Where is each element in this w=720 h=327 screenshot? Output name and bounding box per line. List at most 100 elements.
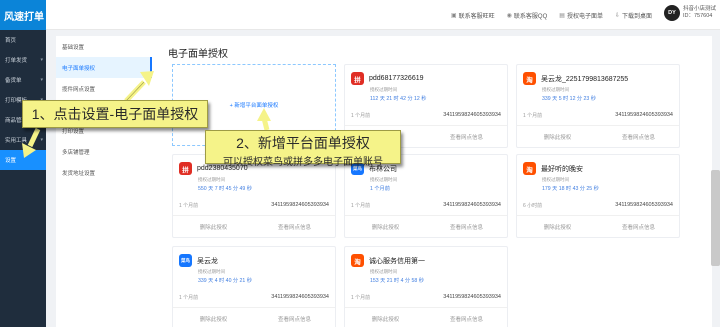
left-nav: 风速打单 首页打单发货▾备货单▾打印模板▾商品管理▾实用工具▾设置 <box>0 0 46 327</box>
shop-id: 341195982460539393​4 <box>271 202 329 208</box>
top-bar: ▣ 联系客服旺旺 ◉ 联系客服QQ ▤ 授权电子面单 ⇩ 下载到桌面 DY 抖音小店测试 ID… <box>46 0 720 30</box>
add-platform-auth-button[interactable]: + 新增平台面单授权 <box>230 101 279 109</box>
view-branch-info-button[interactable]: 查看网点信息 <box>254 223 335 231</box>
account-name: 吴云龙_2251799813687255 <box>541 75 629 83</box>
view-branch-info-button[interactable]: 查看网点信息 <box>254 315 335 323</box>
page-title: 电子面单授权 <box>168 49 228 60</box>
account-name: 吴云龙 <box>197 257 218 265</box>
expiry-countdown: 1 个月前 <box>370 186 390 192</box>
authorized-ago: 1 个月前 <box>179 295 199 301</box>
auth-card: 淘诚心服务信用第一 授权过期时间 153 天 21 时 4 分 58 秒 1 个月前 3… <box>344 246 508 327</box>
user-name: 抖音小店测试 <box>682 6 716 12</box>
platform-logo-icon: 拼 <box>351 72 364 85</box>
expiry-countdown: 339 天 4 时 40 分 21 秒 <box>198 278 252 284</box>
top-link-2[interactable]: ▤ 授权电子面单 <box>559 11 603 20</box>
auth-card: 菜鸟 吴云龙授权过期时间 339 天 4 时 40 分 21 秒 1 个月前 34119… <box>172 246 336 327</box>
subnav-item-5[interactable]: 多店铺管理 <box>56 141 152 162</box>
nav-item-label: 设置 <box>5 158 17 164</box>
nav-item-label: 实用工具 <box>5 138 28 144</box>
top-link-icon: ▣ <box>450 12 457 19</box>
account-name: 最好听的晚安 <box>541 165 583 173</box>
chevron-down-icon: ▾ <box>40 137 43 143</box>
expiry-countdown: 112 天 21 时 42 分 12 秒 <box>370 96 427 102</box>
expiry-countdown: 179 天 18 时 43 分 25 秒 <box>542 186 599 192</box>
delete-auth-button[interactable]: 删除此授权 <box>173 223 254 231</box>
delete-auth-button[interactable]: 删除此授权 <box>517 133 598 141</box>
expiry-countdown: 339 天 5 时 12 分 23 秒 <box>542 96 596 102</box>
avatar[interactable]: DY <box>663 5 680 21</box>
top-link-icon: ▤ <box>559 12 565 19</box>
shop-id: 341195982460539393​4 <box>271 294 329 300</box>
top-link-label: 下载到桌面 <box>621 13 652 20</box>
top-link-label: 联系客服QQ <box>513 13 548 20</box>
top-link-0[interactable]: ▣ 联系客服旺旺 <box>451 11 495 20</box>
delete-auth-button[interactable]: 删除此授权 <box>345 223 426 231</box>
top-link-label: 联系客服旺旺 <box>458 13 495 20</box>
subnav-item-6[interactable]: 发货地址设置 <box>56 162 152 183</box>
top-link-1[interactable]: ◉ 联系客服QQ <box>507 11 548 20</box>
chevron-down-icon: ▾ <box>40 57 43 63</box>
top-link-label: 授权电子面单 <box>566 13 603 20</box>
step2-desc: 可以授权菜鸟或拼多多电子面单账号 <box>223 157 383 168</box>
account-name: pdd68177326619 <box>369 75 424 82</box>
expiry-countdown: 550 天 7 时 45 分 49 秒 <box>198 186 252 192</box>
expiry-label: 授权过期时间 <box>542 87 569 92</box>
app-logo: 风速打单 <box>0 0 46 30</box>
user-menu[interactable]: DY 抖音小店测试 ID：757604 <box>663 5 716 21</box>
view-branch-info-button[interactable]: 查看网点信息 <box>426 133 507 141</box>
settings-subnav: 基础设置 电子面单授权 揽件网点设置 打印设置 多店铺管理 发货地址设置 <box>56 36 152 327</box>
step2-callout: 2、新增平台面单授权 可以授权菜鸟或拼多多电子面单账号 <box>205 130 401 168</box>
authorized-ago: 1 个月前 <box>351 295 371 301</box>
expiry-label: 授权过期时间 <box>370 87 397 92</box>
authorized-ago: 1 个月前 <box>351 113 371 119</box>
expiry-label: 授权过期时间 <box>198 177 225 182</box>
view-branch-info-button[interactable]: 查看网点信息 <box>426 315 507 323</box>
view-branch-info-button[interactable]: 查看网点信息 <box>426 223 507 231</box>
authorized-ago: 1 个月前 <box>523 113 543 119</box>
shop-id: 341195982460539393​4 <box>615 112 673 118</box>
delete-auth-button[interactable]: 删除此授权 <box>345 315 426 323</box>
shop-id: 341195982460539393​4 <box>615 202 673 208</box>
expiry-label: 授权过期时间 <box>198 269 225 274</box>
nav-item-1[interactable]: 打单发货 ▾ <box>0 50 46 70</box>
user-id: ID：757604 <box>682 13 713 19</box>
auth-card: 淘最好听的晚安 授权过期时间 179 天 18 时 43 分 25 秒 6 小时前 34… <box>516 154 680 238</box>
nav-item-label: 打单发货 <box>5 58 28 64</box>
top-link-icon: ⇩ <box>614 12 620 19</box>
delete-auth-button[interactable]: 删除此授权 <box>173 315 254 323</box>
auth-card: 淘吴云龙_2251799813687255 授权过期时间 339 天 5 时 12 … <box>516 64 680 148</box>
expiry-label: 授权过期时间 <box>542 177 569 182</box>
nav-item-5[interactable]: 实用工具 ▾ <box>0 130 46 150</box>
chevron-down-icon: ▾ <box>40 77 43 83</box>
step2-title: 2、新增平台面单授权 <box>236 135 370 151</box>
subnav-item-0[interactable]: 基础设置 <box>56 36 152 57</box>
view-branch-info-button[interactable]: 查看网点信息 <box>598 223 679 231</box>
view-branch-info-button[interactable]: 查看网点信息 <box>598 133 679 141</box>
authorized-ago: 1 个月前 <box>351 203 371 209</box>
shop-id: 341195982460539393​4 <box>443 112 501 118</box>
expiry-label: 授权过期时间 <box>370 177 397 182</box>
expiry-countdown: 153 天 21 时 4 分 58 秒 <box>370 278 424 284</box>
platform-logo-icon: 淘 <box>351 254 364 267</box>
scrollbar[interactable] <box>711 170 720 266</box>
platform-logo-icon: 拼 <box>179 162 192 175</box>
expiry-label: 授权过期时间 <box>370 269 397 274</box>
platform-logo-icon: 淘 <box>523 72 536 85</box>
shop-id: 341195982460539393​4 <box>443 294 501 300</box>
step1-callout: 1、点击设置-电子面单授权 <box>22 100 208 128</box>
nav-item-label: 首页 <box>5 38 17 44</box>
top-link-3[interactable]: ⇩ 下载到桌面 <box>615 11 652 20</box>
authorized-ago: 1 个月前 <box>179 203 199 209</box>
delete-auth-button[interactable]: 删除此授权 <box>517 223 598 231</box>
nav-item-2[interactable]: 备货单 ▾ <box>0 70 46 90</box>
main-panel: 电子面单授权 + 新增平台面单授权 拼 pdd68177326619 授权过期时间 1… <box>152 36 712 327</box>
nav-item-0[interactable]: 首页 <box>0 30 46 50</box>
subnav-item-2[interactable]: 揽件网点设置 <box>56 78 152 99</box>
platform-logo-icon: 淘 <box>523 162 536 175</box>
platform-logo-icon: 菜鸟 <box>179 254 192 267</box>
shop-id: 341195982460539393​4 <box>443 202 501 208</box>
nav-item-label: 备货单 <box>5 78 22 84</box>
nav-item-6[interactable]: 设置 <box>0 150 46 170</box>
account-name: 诚心服务信用第一 <box>369 257 425 265</box>
subnav-item-1[interactable]: 电子面单授权 <box>56 57 152 78</box>
